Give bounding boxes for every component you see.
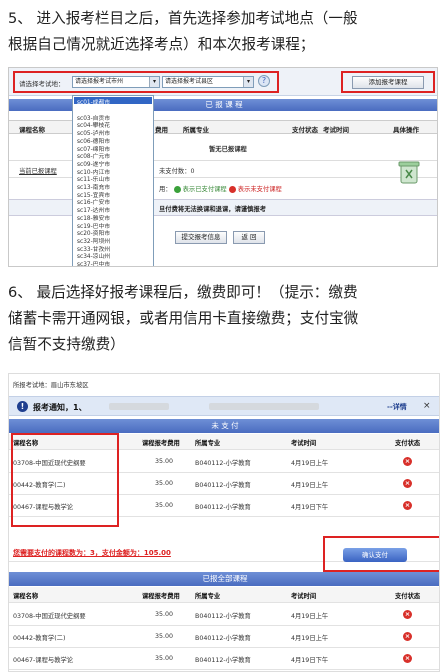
all-table-header: 课程名称 课程报考费用 所属专业 考试时间 支付状态	[9, 587, 439, 603]
x-circle-icon: ×	[403, 632, 412, 641]
col-fee: 课程报考费用	[142, 593, 180, 600]
col-exam-time: 考试时间	[291, 593, 317, 600]
notice-text: 报考通知，1、	[33, 403, 87, 412]
notice-bar: ! 报考通知，1、 --详情 ×	[9, 396, 439, 416]
cell-major: B040112-小学教育	[195, 504, 251, 511]
payment-summary: 您需要支付的课程数为：3，支付金额为：105.00	[13, 549, 171, 557]
site-line: 所报考试地：眉山市东坡区	[13, 382, 89, 389]
col-major: 所属专业	[195, 593, 221, 600]
cell-time: 4月19日下午	[291, 657, 329, 664]
cell-name: 00467-课程与教学论	[13, 657, 74, 664]
x-circle-icon: ×	[403, 501, 412, 510]
check-icon	[173, 185, 181, 193]
city-select-value: 请选择报考试市州	[75, 78, 124, 85]
current-courses-link[interactable]: 当前已报课程	[19, 166, 57, 175]
step6-line2: 储蓄卡需开通网银，或者用信用卡直接缴费；支付宝微	[8, 310, 359, 327]
cell-major: B040112-小学教育	[195, 657, 251, 664]
city-select[interactable]: 请选择报考试市州 ▾	[72, 76, 160, 88]
x-circle-icon: ×	[403, 610, 412, 619]
col-exam-time: 考试时间	[323, 126, 349, 134]
unpaid-count: 未支付数：0	[159, 168, 195, 175]
cell-fee: 35.00	[155, 655, 174, 662]
col-operation: 具体操作	[393, 126, 419, 134]
cell-name: 00442-教育学(二)	[13, 635, 66, 642]
help-icon[interactable]: ?	[258, 75, 270, 87]
close-icon[interactable]: ×	[423, 401, 431, 411]
cell-major: B040112-小学教育	[195, 482, 251, 489]
no-course-text: 暂无已报课程	[209, 146, 247, 153]
col-major: 所属专业	[183, 126, 209, 134]
confirm-pay-button[interactable]: 确认支付	[343, 548, 407, 562]
cell-fee: 35.00	[155, 458, 174, 465]
course-highlight	[11, 433, 119, 527]
city-dropdown-list[interactable]: sc01-成都市 sc03-自贡市 sc04-攀枝花 sc05-泸州市 sc06-德阳市…	[72, 95, 154, 266]
col-pay-status: 支付状态	[395, 593, 421, 600]
table-row: 00467-课程与教学论 35.00 B040112-小学教育 4月19日下午 ×	[9, 648, 439, 670]
unpaid-header: 未 支 付	[9, 419, 439, 433]
step6-line3: 信暂不支持缴费）	[8, 336, 125, 353]
add-course-button[interactable]: 添加报考课程	[352, 76, 424, 89]
step5-line1: 5、 进入报考栏目之后，首先选择参加考试地点（一般	[8, 10, 358, 27]
course-selection-screenshot: 请选择考试地： 请选择报考试市州 ▾ 请选择报考试县区 ▾ ? 添加报考课程 已 报…	[8, 67, 438, 267]
cell-time: 4月19日下午	[291, 504, 329, 511]
chevron-down-icon: ▾	[243, 77, 253, 87]
col-course-name: 课程名称	[19, 126, 45, 134]
blurred-text	[209, 403, 319, 410]
legend-paid: 表示已支付课程	[182, 186, 227, 193]
step6-text: 6、 最后选择好报考课程后，缴费即可！（提示：缴费 储蓄卡需开通网银，或者用信用…	[8, 280, 440, 358]
cell-major: B040112-小学教育	[195, 635, 251, 642]
chevron-down-icon: ▾	[149, 77, 159, 87]
x-circle-icon: ×	[403, 457, 412, 466]
col-course-name: 课程名称	[13, 593, 39, 600]
col-pay-status: 支付状态	[395, 440, 421, 447]
back-button[interactable]: 返 回	[233, 231, 265, 244]
x-circle-icon: ×	[403, 654, 412, 663]
warning-text: 旦付费将无法换课和退课，请谨慎报考	[159, 206, 267, 213]
col-exam-time: 考试时间	[291, 440, 317, 447]
cell-fee: 35.00	[155, 633, 174, 640]
x-circle-icon: ×	[403, 479, 412, 488]
dropdown-option[interactable]: sc37-巴中市	[77, 259, 110, 266]
step6-line1: 6、 最后选择好报考课程后，缴费即可！（提示：缴费	[8, 284, 358, 301]
district-select[interactable]: 请选择报考试县区 ▾	[162, 76, 254, 88]
trash-icon[interactable]	[397, 159, 421, 185]
cell-time: 4月19日上午	[291, 460, 329, 467]
dropdown-option[interactable]: sc01-成都市	[77, 97, 110, 106]
legend-row: 用： 表示已支付课程 表示未支付课程	[159, 184, 282, 193]
submit-button[interactable]: 提交报考信息	[175, 231, 227, 244]
step5-text: 5、 进入报考栏目之后，首先选择参加考试地点（一般 根据自己情况就近选择考点）和…	[8, 6, 440, 58]
cell-fee: 35.00	[155, 611, 174, 618]
cell-fee: 35.00	[155, 502, 174, 509]
exam-site-label: 请选择考试地：	[19, 80, 65, 88]
table-row: 03708-中国近现代史纲要 35.00 B040112-小学教育 4月19日上午 ×	[9, 604, 439, 626]
cell-major: B040112-小学教育	[195, 613, 251, 620]
step5-line2: 根据自己情况就近选择考点）和本次报考课程；	[8, 36, 315, 53]
detail-link[interactable]: --详情	[387, 402, 407, 412]
district-select-value: 请选择报考试县区	[165, 78, 214, 85]
exclamation-icon: !	[17, 401, 28, 412]
cell-time: 4月19日上午	[291, 635, 329, 642]
cell-name: 03708-中国近现代史纲要	[13, 613, 86, 620]
col-pay-status: 支付状态	[292, 126, 318, 134]
all-courses-header: 已报全部课程	[9, 572, 439, 586]
col-fee: 课程报考费用	[142, 440, 180, 447]
cell-time: 4月19日上午	[291, 613, 329, 620]
legend-unpaid: 表示未支付课程	[237, 186, 282, 193]
legend-prefix: 用：	[159, 186, 172, 193]
cell-time: 4月19日上午	[291, 482, 329, 489]
table-row: 00442-教育学(二) 35.00 B040112-小学教育 4月19日上午 ×	[9, 626, 439, 648]
payment-screenshot: 所报考试地：眉山市东坡区 ! 报考通知，1、 --详情 × 未 支 付 课程名称…	[8, 373, 440, 672]
col-fee: 费用	[155, 126, 168, 134]
cell-fee: 35.00	[155, 480, 174, 487]
blurred-text	[109, 403, 169, 410]
col-major: 所属专业	[195, 440, 221, 447]
x-circle-icon	[228, 185, 236, 193]
cell-major: B040112-小学教育	[195, 460, 251, 467]
